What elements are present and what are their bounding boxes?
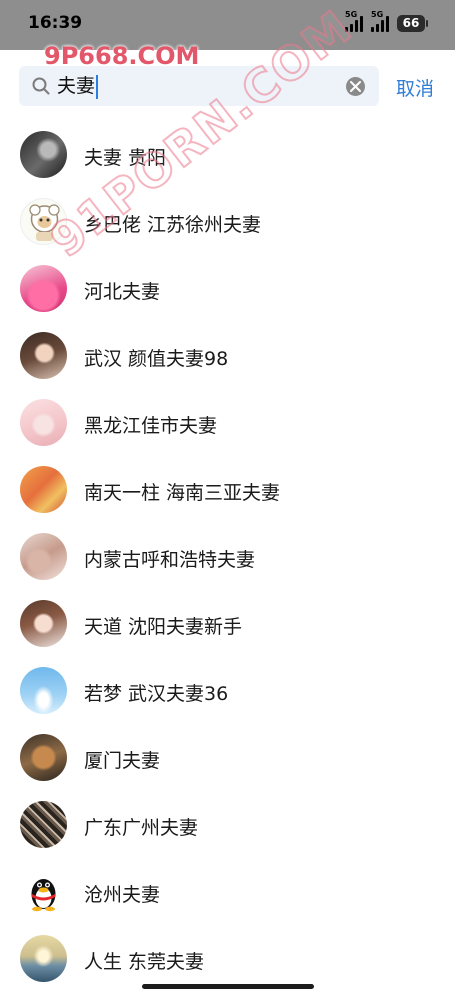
avatar [20, 131, 67, 178]
battery-icon: 66 [397, 14, 428, 32]
status-icons: 5G 5G 66 [345, 10, 428, 32]
list-item[interactable]: 广东广州夫妻 [0, 792, 455, 859]
status-time: 16:39 [28, 13, 83, 33]
item-label: 沧州夫妻 [84, 884, 161, 906]
item-label: 黑龙江佳市夫妻 [84, 415, 218, 437]
avatar [20, 533, 67, 580]
list-item[interactable]: 厦门夫妻 [0, 725, 455, 792]
list-item[interactable]: 南天一柱 海南三亚夫妻 [0, 457, 455, 524]
avatar [20, 399, 67, 446]
avatar [20, 801, 67, 848]
list-item[interactable]: 若梦 武汉夫妻36 [0, 658, 455, 725]
text-caret [96, 74, 99, 99]
list-item[interactable]: 天道 沈阳夫妻新手 [0, 591, 455, 658]
avatar [20, 734, 67, 781]
search-icon [32, 77, 50, 95]
list-item[interactable]: 沧州夫妻 [0, 859, 455, 926]
avatar [20, 600, 67, 647]
item-label: 人生 东莞夫妻 [84, 951, 205, 973]
list-item[interactable]: 黑龙江佳市夫妻 [0, 390, 455, 457]
item-label: 天道 沈阳夫妻新手 [84, 616, 243, 638]
cellular-signal-icon: 5G [371, 10, 389, 32]
avatar [20, 667, 67, 714]
list-item[interactable]: 河北夫妻 [0, 256, 455, 323]
network-type-label: 5G [345, 10, 358, 19]
avatar [20, 466, 67, 513]
item-label: 广东广州夫妻 [84, 817, 199, 839]
avatar [20, 332, 67, 379]
cancel-button[interactable]: 取消 [396, 74, 434, 101]
qq-penguin-icon [20, 868, 67, 915]
watermark-text: 9P668.COM [44, 42, 200, 70]
list-item[interactable]: 人生 东莞夫妻 [0, 926, 455, 993]
network-type-label: 5G [371, 10, 384, 19]
avatar [20, 265, 67, 312]
search-query: 夫妻 [57, 75, 96, 97]
list-item[interactable]: 内蒙古呼和浩特夫妻 [0, 524, 455, 591]
item-label: 南天一柱 海南三亚夫妻 [84, 482, 281, 504]
search-input[interactable]: 夫妻 [57, 66, 99, 106]
home-indicator[interactable] [142, 984, 314, 989]
item-label: 若梦 武汉夫妻36 [84, 683, 229, 705]
item-label: 内蒙古呼和浩特夫妻 [84, 549, 256, 571]
clear-icon[interactable] [346, 77, 365, 96]
list-item[interactable]: 武汉 颜值夫妻98 [0, 323, 455, 390]
item-label: 厦门夫妻 [84, 750, 161, 772]
item-label: 河北夫妻 [84, 281, 161, 303]
item-label: 武汉 颜值夫妻98 [84, 348, 229, 370]
avatar [20, 935, 67, 982]
